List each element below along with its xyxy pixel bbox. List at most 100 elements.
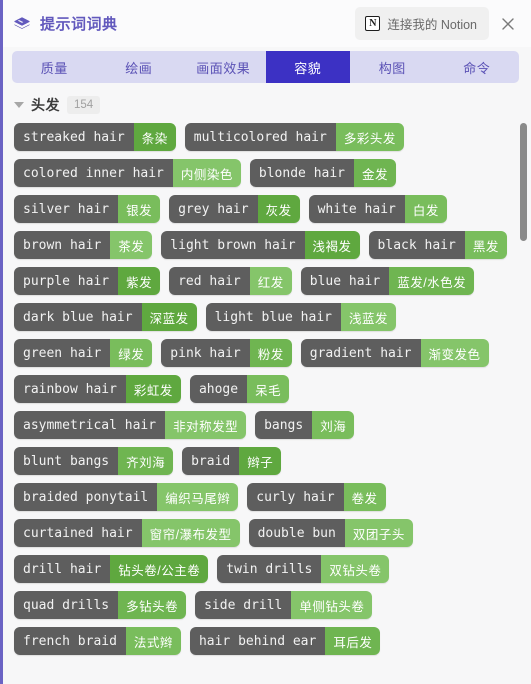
tag-english-label: silver hair [14, 195, 119, 223]
tag-chinese-label: 法式辫 [125, 627, 181, 655]
tag-chinese-label: 辫子 [239, 447, 282, 475]
tag-chip[interactable]: curly hair 卷发 [247, 483, 386, 511]
tag-english-label: blunt bangs [14, 447, 119, 475]
tag-english-label: black hair [368, 231, 465, 259]
tag-chinese-label: 耳后发 [325, 627, 381, 655]
connect-notion-label: 连接我的 Notion [387, 18, 477, 32]
tab-screen-effects[interactable]: 画面效果 [181, 51, 266, 83]
notion-logo-icon: N [365, 16, 381, 31]
tag-chinese-label: 浅褐发 [304, 231, 360, 259]
tag-chip[interactable]: silver hair 银发 [14, 195, 161, 223]
tag-chinese-label: 金发 [354, 159, 397, 187]
tag-chip[interactable]: french braid 法式辫 [14, 627, 181, 655]
tag-chip[interactable]: side drill 单侧钻头卷 [195, 591, 373, 619]
tag-chip[interactable]: light brown hair 浅褐发 [161, 231, 360, 259]
tag-chinese-label: 齐刘海 [118, 447, 174, 475]
tag-chinese-label: 钻头卷/公主卷 [110, 555, 209, 583]
tag-scroll-area: streaked hair 条染 multicolored hair 多彩头发 colo… [0, 117, 531, 684]
tag-chinese-label: 茶发 [110, 231, 153, 259]
tag-chinese-label: 多钻头卷 [118, 591, 187, 619]
tag-chip[interactable]: drill hair 钻头卷/公主卷 [14, 555, 209, 583]
category-tabbar: 质量 绘画 画面效果 容貌 构图 命令 [12, 51, 519, 83]
caret-down-icon [14, 102, 24, 108]
tag-chinese-label: 双钻头卷 [321, 555, 390, 583]
tag-chip[interactable]: green hair 绿发 [14, 339, 153, 367]
tag-list: streaked hair 条染 multicolored hair 多彩头发 colo… [0, 117, 531, 665]
tag-chip[interactable]: asymmetrical hair 非对称发型 [14, 411, 247, 439]
book-icon [12, 14, 32, 34]
tab-commands[interactable]: 命令 [435, 51, 520, 83]
tag-chip[interactable]: rainbow hair 彩虹发 [14, 375, 181, 403]
tag-chip[interactable]: twin drills 双钻头卷 [217, 555, 390, 583]
tag-english-label: side drill [195, 591, 292, 619]
tag-english-label: twin drills [217, 555, 322, 583]
tab-painting[interactable]: 绘画 [97, 51, 182, 83]
tag-chip[interactable]: purple hair 紫发 [14, 267, 161, 295]
tag-chip[interactable]: hair behind ear 耳后发 [189, 627, 381, 655]
tag-english-label: french braid [14, 627, 126, 655]
tag-chip[interactable]: quad drills 多钻头卷 [14, 591, 187, 619]
tag-english-label: asymmetrical hair [14, 411, 166, 439]
tag-chip[interactable]: dark blue hair 深蓝发 [14, 303, 197, 331]
header-actions: N 连接我的 Notion [355, 7, 525, 41]
tag-chinese-label: 浅蓝发 [341, 303, 397, 331]
tag-english-label: green hair [14, 339, 111, 367]
page-title: 提示词词典 [40, 16, 118, 33]
close-icon [500, 16, 516, 32]
tag-chinese-label: 紫发 [118, 267, 161, 295]
tag-chip[interactable]: white hair 白发 [308, 195, 447, 223]
tag-chip[interactable]: multicolored hair 多彩头发 [184, 123, 404, 151]
scrollbar-track[interactable] [520, 117, 527, 684]
tag-english-label: light blue hair [205, 303, 341, 331]
tag-chip[interactable]: braided ponytail 编织马尾辫 [14, 483, 239, 511]
tag-chinese-label: 灰发 [257, 195, 300, 223]
tag-chinese-label: 渐变发色 [420, 339, 489, 367]
tab-composition[interactable]: 构图 [350, 51, 435, 83]
tag-chip[interactable]: blunt bangs 齐刘海 [14, 447, 174, 475]
tag-chinese-label: 窗帘/瀑布发型 [141, 519, 240, 547]
tag-chip[interactable]: light blue hair 浅蓝发 [205, 303, 397, 331]
tag-chinese-label: 绿发 [110, 339, 153, 367]
scrollbar-thumb[interactable] [520, 123, 527, 241]
tag-chip[interactable]: colored inner hair 内侧染色 [14, 159, 241, 187]
tag-chinese-label: 黑发 [464, 231, 507, 259]
tag-english-label: bangs [255, 411, 313, 439]
tag-chip[interactable]: curtained hair 窗帘/瀑布发型 [14, 519, 240, 547]
tag-chinese-label: 粉发 [249, 339, 292, 367]
tag-chip[interactable]: black hair 黑发 [368, 231, 507, 259]
tag-chinese-label: 白发 [404, 195, 447, 223]
tag-chip[interactable]: blue hair 蓝发/水色发 [300, 267, 475, 295]
tag-english-label: grey hair [169, 195, 258, 223]
tab-appearance[interactable]: 容貌 [265, 51, 350, 83]
tab-quality[interactable]: 质量 [12, 51, 97, 83]
tag-chip[interactable]: brown hair 茶发 [14, 231, 153, 259]
section-header-hair[interactable]: 头发 154 [0, 89, 531, 117]
tag-chinese-label: 红发 [249, 267, 292, 295]
tag-chinese-label: 银发 [118, 195, 161, 223]
tag-chinese-label: 编织马尾辫 [157, 483, 239, 511]
tag-chip[interactable]: blonde hair 金发 [249, 159, 397, 187]
window-header: 提示词词典 N 连接我的 Notion [0, 0, 531, 47]
tag-chip[interactable]: grey hair 灰发 [169, 195, 300, 223]
tag-english-label: pink hair [161, 339, 250, 367]
tag-chip[interactable]: double bun 双团子头 [248, 519, 413, 547]
tag-english-label: streaked hair [14, 123, 134, 151]
close-button[interactable] [491, 7, 525, 41]
tag-english-label: purple hair [14, 267, 119, 295]
tag-english-label: blonde hair [249, 159, 354, 187]
tag-chip[interactable]: gradient hair 渐变发色 [300, 339, 489, 367]
tag-english-label: curtained hair [14, 519, 142, 547]
tag-english-label: quad drills [14, 591, 119, 619]
tag-chip[interactable]: bangs 刘海 [255, 411, 355, 439]
tag-chip[interactable]: pink hair 粉发 [161, 339, 292, 367]
connect-notion-button[interactable]: N 连接我的 Notion [355, 7, 489, 40]
tag-chip[interactable]: ahoge 呆毛 [189, 375, 290, 403]
tag-chip[interactable]: streaked hair 条染 [14, 123, 176, 151]
tag-chinese-label: 内侧染色 [172, 159, 241, 187]
tag-chip[interactable]: red hair 红发 [169, 267, 292, 295]
tag-english-label: ahoge [189, 375, 248, 403]
tag-english-label: white hair [308, 195, 405, 223]
tag-english-label: rainbow hair [14, 375, 126, 403]
section-count-badge: 154 [67, 96, 101, 114]
tag-chip[interactable]: braid 辫子 [182, 447, 282, 475]
